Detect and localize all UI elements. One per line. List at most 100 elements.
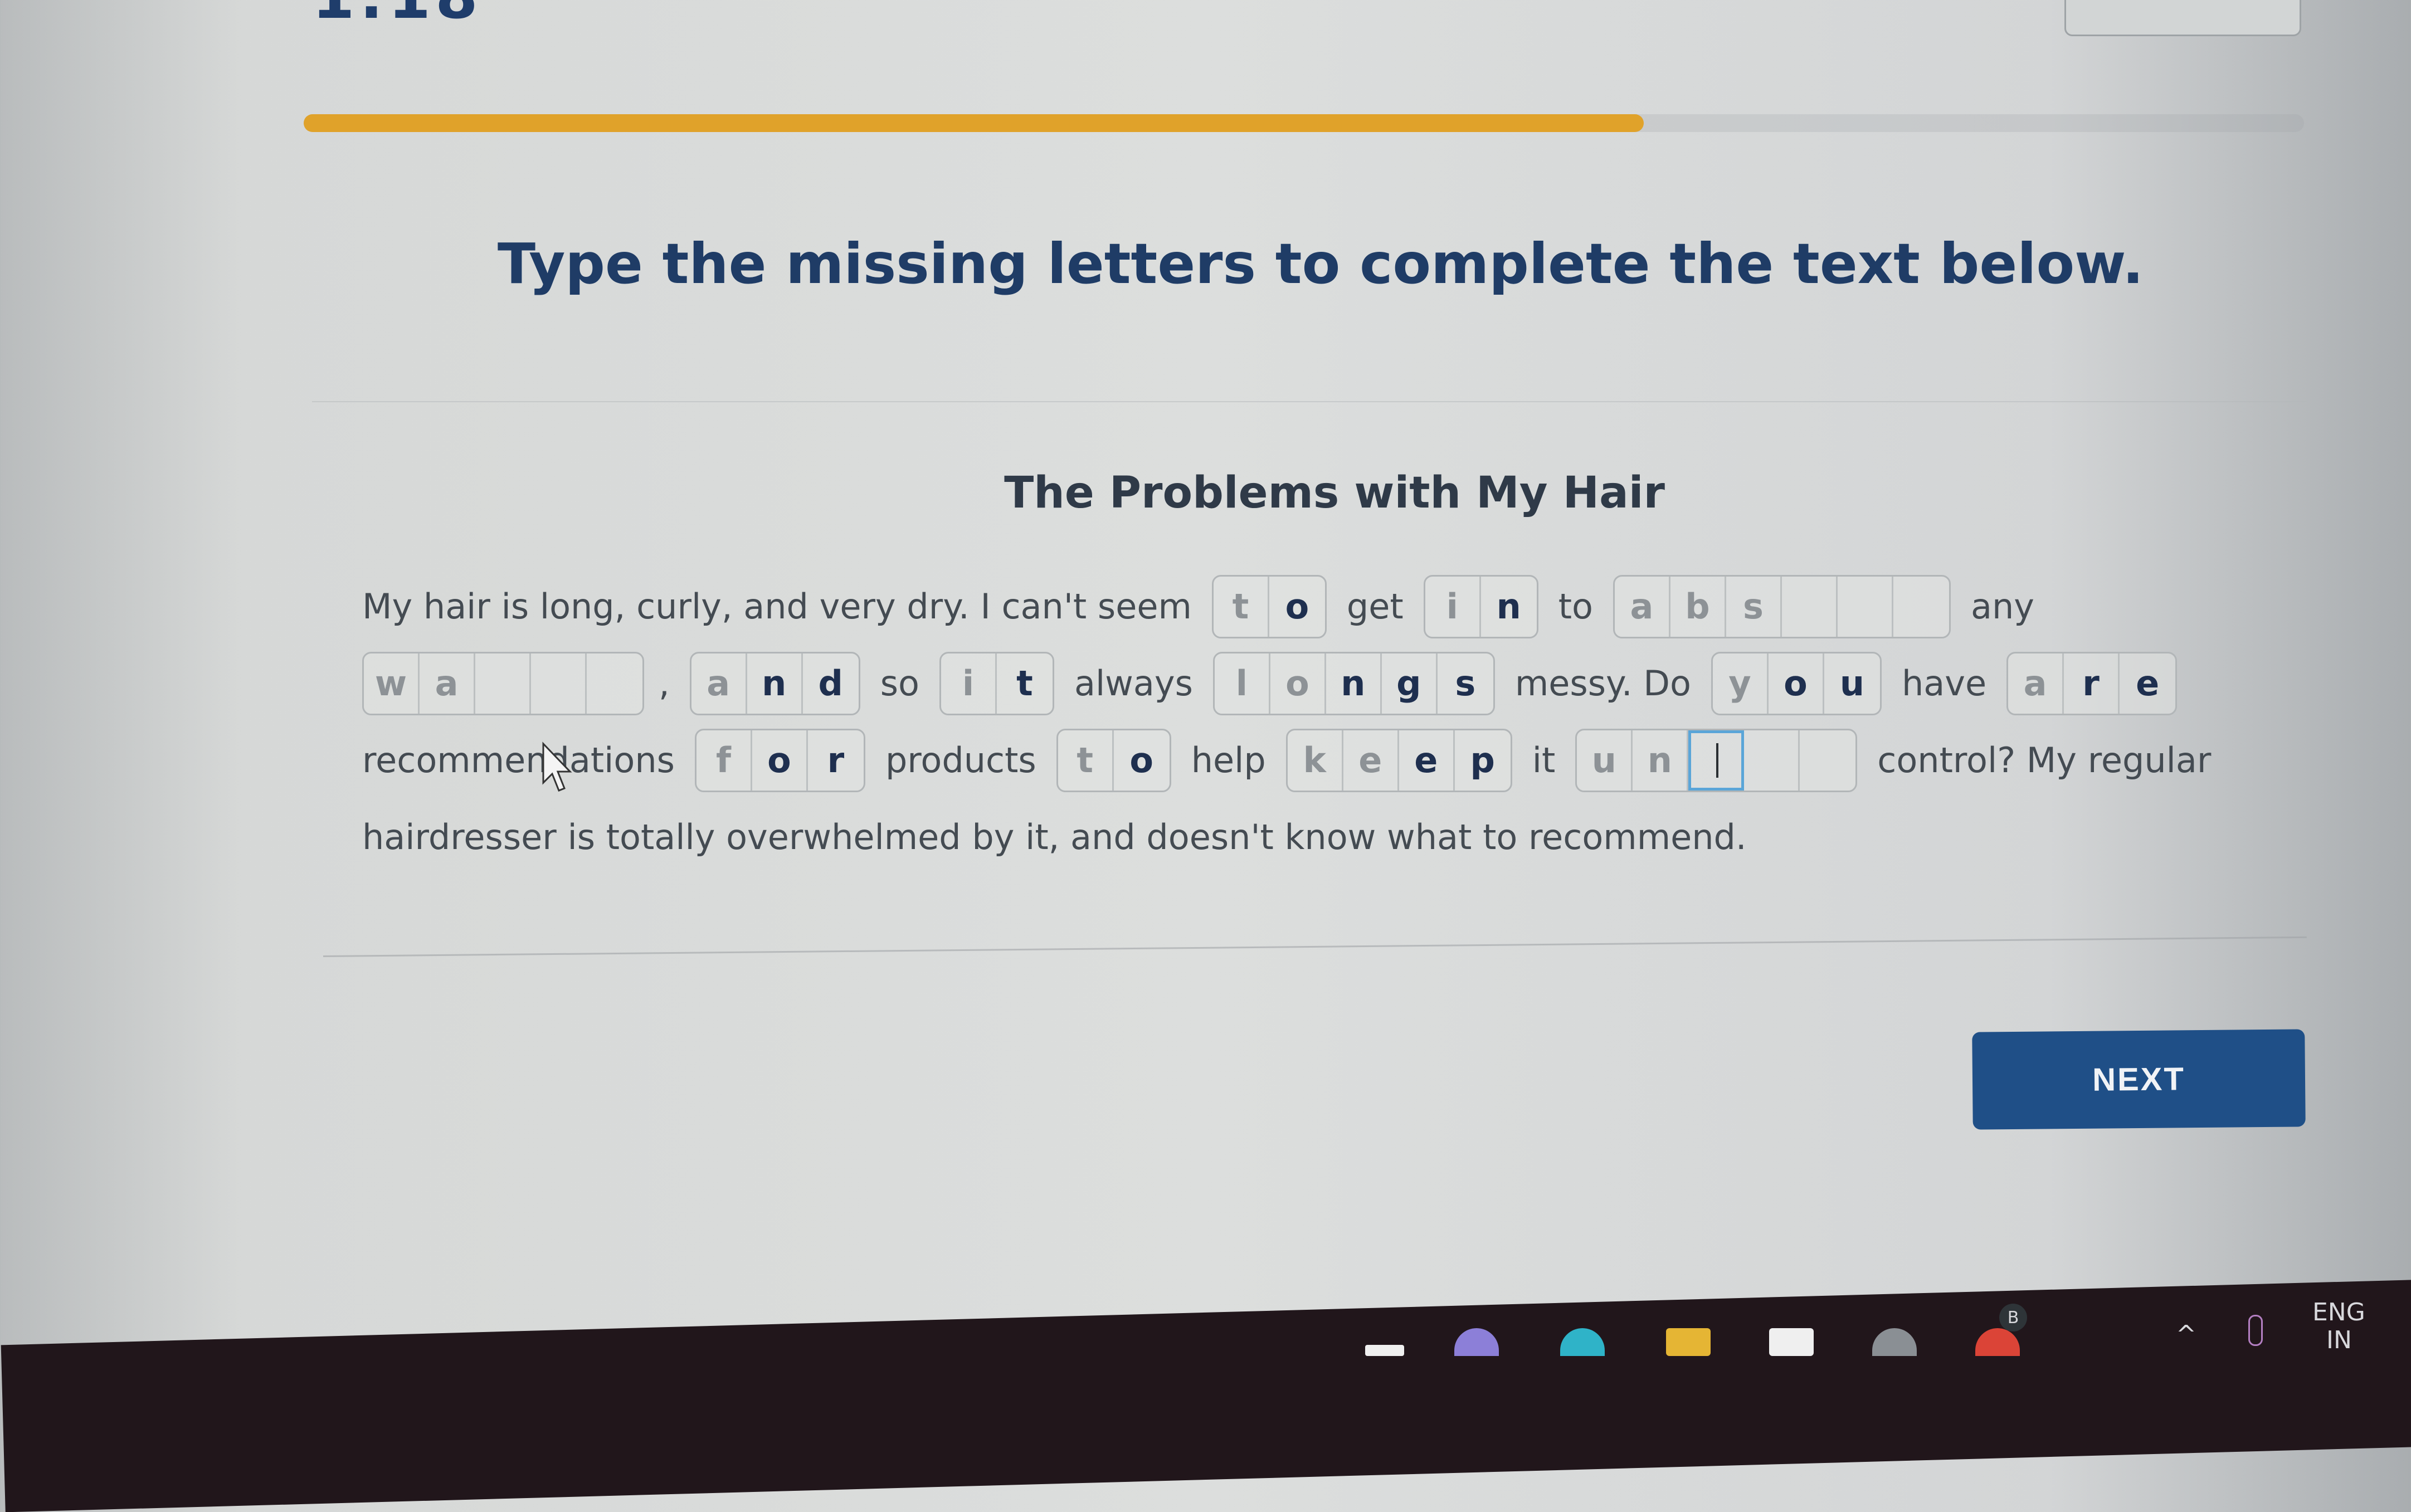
given-letter: a <box>691 653 747 714</box>
given-letter: a <box>420 653 475 714</box>
letter-input[interactable]: p <box>1455 730 1511 791</box>
search-icon[interactable] <box>1454 1328 1499 1356</box>
passage-text: any <box>1970 586 2034 627</box>
passage-line: My hair is long, curly, and very dry. I … <box>362 568 2257 645</box>
passage-text: hairdresser is totally overwhelmed by it… <box>362 817 1747 857</box>
letter-input[interactable]: r <box>2064 653 2120 714</box>
given-letter: y <box>1713 653 1769 714</box>
given-letter: f <box>696 730 752 791</box>
letter-input[interactable]: o <box>1114 730 1170 791</box>
show-hidden-icons-icon[interactable]: ^ <box>2176 1320 2196 1349</box>
timer: 1:18 <box>312 0 483 32</box>
letter-input[interactable]: r <box>808 730 864 791</box>
word-blank: to <box>1056 729 1171 792</box>
given-letter: i <box>941 653 997 714</box>
word-blank: longs <box>1212 652 1495 715</box>
passage-text: , <box>659 663 670 704</box>
passage-text: so <box>880 663 919 704</box>
story-title: The Problems with My Hair <box>1004 468 1665 518</box>
passage-text: to <box>1558 586 1593 627</box>
passage-text: always <box>1074 663 1193 704</box>
word-blank: wa <box>362 652 644 715</box>
given-letter: e <box>1343 730 1399 791</box>
letter-input[interactable] <box>1893 577 1949 637</box>
file-explorer-icon[interactable] <box>1666 1328 1711 1356</box>
passage-text: it <box>1532 740 1556 781</box>
next-button[interactable]: NEXT <box>1972 1029 2306 1130</box>
mouse-cursor-icon <box>542 742 572 792</box>
word-blank: and <box>689 652 860 715</box>
word-blank: you <box>1711 652 1882 715</box>
given-letter: u <box>1577 730 1633 791</box>
instruction-heading: Type the missing letters to complete the… <box>497 231 2144 296</box>
word-blank: for <box>694 729 865 792</box>
passage-text: messy. Do <box>1514 663 1691 704</box>
given-letter: o <box>1270 653 1326 714</box>
passage-text: get <box>1346 586 1404 627</box>
given-letter: a <box>2008 653 2064 714</box>
word-blank: in <box>1423 575 1538 638</box>
given-letter: k <box>1288 730 1343 791</box>
chrome-icon[interactable] <box>1975 1328 2020 1356</box>
passage-line: w a, a n d so i t always l o n g s messy. Do y o u have a r e <box>362 645 2257 722</box>
given-letter: l <box>1215 653 1270 714</box>
given-letter: b <box>1670 577 1726 637</box>
taskbar <box>1 1276 2411 1512</box>
progress-bar <box>304 114 2304 132</box>
letter-input[interactable]: e <box>2120 653 2175 714</box>
passage-text: recommendations <box>362 740 675 781</box>
language-indicator[interactable]: ENG <box>2312 1298 2365 1326</box>
edge-icon[interactable] <box>1560 1328 1605 1356</box>
settings-icon[interactable] <box>1872 1328 1917 1356</box>
given-letter: n <box>1633 730 1689 791</box>
word-blank: abs <box>1613 575 1951 638</box>
passage-text: control? My regular <box>1877 740 2212 781</box>
given-letter: t <box>1214 577 1269 637</box>
passage: My hair is long, curly, and very dry. I … <box>362 568 2257 876</box>
taskbar-icons: B ^ ENG IN <box>0 1298 2411 1356</box>
given-letter: s <box>1726 577 1782 637</box>
letter-input[interactable]: d <box>803 653 859 714</box>
word-blank: un <box>1575 729 1858 792</box>
word-blank: to <box>1211 575 1327 638</box>
quit-test-button[interactable]: QUIT TEST <box>2064 0 2301 36</box>
letter-input[interactable] <box>531 653 587 714</box>
letter-input[interactable]: e <box>1399 730 1455 791</box>
letter-input[interactable] <box>1800 730 1855 791</box>
letter-input[interactable] <box>587 653 642 714</box>
letter-input[interactable]: n <box>1326 653 1382 714</box>
letter-input[interactable] <box>1688 730 1745 791</box>
letter-input[interactable]: n <box>747 653 803 714</box>
start-icon[interactable] <box>1365 1345 1404 1356</box>
letter-input[interactable]: s <box>1438 653 1493 714</box>
letter-input[interactable] <box>475 653 531 714</box>
letter-input[interactable]: o <box>752 730 808 791</box>
passage-text: My hair is long, curly, and very dry. I … <box>362 586 1192 627</box>
letter-input[interactable]: u <box>1824 653 1880 714</box>
given-letter: a <box>1615 577 1670 637</box>
letter-input[interactable] <box>1744 730 1800 791</box>
letter-input[interactable]: g <box>1382 653 1438 714</box>
given-letter: i <box>1425 577 1481 637</box>
letter-input[interactable] <box>1782 577 1838 637</box>
given-letter: t <box>1058 730 1114 791</box>
passage-line: recommendations f o r products t o help k e e p it u n… <box>362 722 2257 799</box>
word-blank: it <box>939 652 1054 715</box>
letter-input[interactable]: t <box>997 653 1053 714</box>
passage-text: help <box>1191 740 1266 781</box>
chrome-profile-badge: B <box>1999 1304 2027 1331</box>
passage-line: hairdresser is totally overwhelmed by it… <box>362 799 2257 876</box>
passage-text: have <box>1901 663 1987 704</box>
microphone-icon[interactable] <box>2248 1315 2263 1346</box>
letter-input[interactable]: n <box>1481 577 1537 637</box>
letter-input[interactable]: o <box>1269 577 1325 637</box>
letter-input[interactable] <box>1838 577 1893 637</box>
given-letter: w <box>364 653 420 714</box>
store-icon[interactable] <box>1769 1328 1814 1356</box>
word-blank: are <box>2006 652 2178 715</box>
region-indicator: IN <box>2326 1326 2352 1354</box>
passage-text: products <box>885 740 1036 781</box>
letter-input[interactable]: o <box>1769 653 1824 714</box>
word-blank: keep <box>1285 729 1512 792</box>
progress-fill <box>304 114 1644 132</box>
